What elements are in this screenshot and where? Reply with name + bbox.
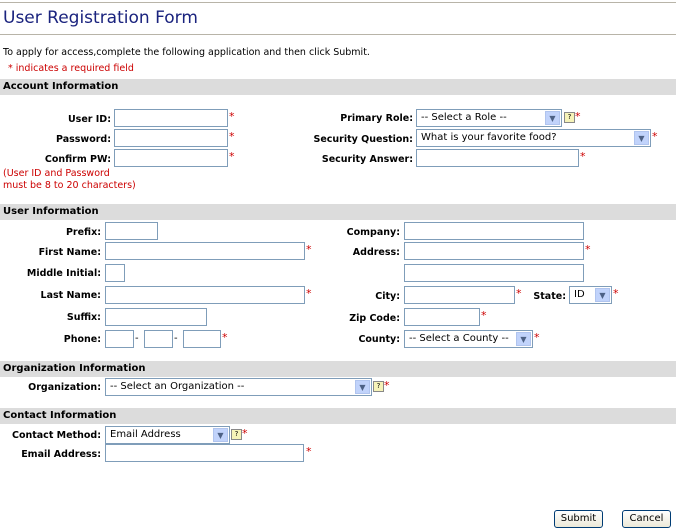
required-marker: * — [306, 445, 312, 458]
password-input[interactable] — [114, 129, 228, 147]
address-label: Address: — [352, 247, 400, 258]
state-label: State: — [533, 291, 566, 302]
section-user: User Information — [0, 204, 676, 220]
required-marker: * — [575, 110, 581, 123]
section-account: Account Information — [0, 79, 676, 95]
middle-initial-label: Middle Initial: — [26, 268, 101, 279]
required-marker: * — [613, 287, 619, 300]
zip-code-input[interactable] — [404, 308, 480, 326]
required-marker: * — [242, 427, 248, 440]
first-name-input[interactable] — [105, 242, 305, 260]
chevron-down-icon[interactable]: ▼ — [634, 131, 649, 145]
last-name-input[interactable] — [105, 286, 305, 304]
required-marker: * — [229, 110, 235, 123]
contact-method-label: Contact Method: — [11, 430, 101, 441]
confirm-password-input[interactable] — [114, 149, 228, 167]
chevron-down-icon[interactable]: ▼ — [545, 111, 560, 125]
required-marker: * — [534, 331, 540, 344]
chevron-down-icon[interactable]: ▼ — [595, 288, 610, 302]
suffix-input[interactable] — [105, 308, 207, 326]
chevron-down-icon[interactable]: ▼ — [355, 380, 370, 394]
section-organization: Organization Information — [0, 361, 676, 377]
password-rule-line2: must be 8 to 20 characters) — [3, 180, 136, 191]
user-id-input[interactable] — [114, 109, 228, 127]
contact-method-value: Email Address — [110, 429, 181, 440]
state-select[interactable]: ID ▼ — [569, 286, 612, 304]
contact-method-select[interactable]: Email Address ▼ — [105, 426, 230, 444]
email-address-label: Email Address: — [21, 449, 101, 460]
phone-separator: - — [174, 333, 178, 344]
city-label: City: — [375, 291, 400, 302]
section-contact: Contact Information — [0, 408, 676, 424]
password-label: Password: — [55, 134, 111, 145]
help-icon[interactable]: ? — [373, 381, 384, 392]
required-marker: * — [229, 130, 235, 143]
required-marker: * — [580, 150, 586, 163]
security-question-label: Security Question: — [313, 134, 414, 145]
primary-role-value: -- Select a Role -- — [421, 112, 507, 123]
company-label: Company: — [346, 227, 400, 238]
required-marker: * — [481, 309, 487, 322]
cancel-button[interactable]: Cancel — [622, 510, 671, 528]
county-select[interactable]: -- Select a County -- ▼ — [404, 330, 533, 348]
required-marker: * — [585, 243, 591, 256]
phone-prefix-input[interactable] — [144, 330, 173, 348]
county-label: County: — [358, 334, 400, 345]
chevron-down-icon[interactable]: ▼ — [516, 332, 531, 346]
required-marker: * — [516, 287, 522, 300]
suffix-label: Suffix: — [66, 312, 101, 323]
top-rule — [0, 2, 676, 4]
primary-role-select[interactable]: -- Select a Role -- ▼ — [416, 109, 562, 127]
security-answer-input[interactable] — [416, 149, 579, 167]
confirm-password-label: Confirm PW: — [44, 154, 111, 165]
required-marker: * — [222, 331, 228, 344]
user-id-label: User ID: — [67, 114, 111, 125]
required-note: * indicates a required field — [8, 63, 134, 74]
address-line1-input[interactable] — [404, 242, 584, 260]
security-answer-label: Security Answer: — [321, 154, 413, 165]
state-value: ID — [574, 289, 585, 300]
zip-code-label: Zip Code: — [349, 313, 400, 324]
primary-role-label: Primary Role: — [340, 113, 413, 124]
required-marker: * — [652, 130, 658, 143]
county-value: -- Select a County -- — [409, 333, 509, 344]
intro-text: To apply for access,complete the followi… — [3, 47, 370, 58]
phone-area-input[interactable] — [105, 330, 134, 348]
organization-label: Organization: — [28, 382, 101, 393]
phone-separator: - — [135, 333, 139, 344]
organization-select[interactable]: -- Select an Organization -- ▼ — [105, 378, 372, 396]
help-icon[interactable]: ? — [231, 429, 242, 440]
company-input[interactable] — [404, 222, 584, 240]
address-line2-input[interactable] — [404, 264, 584, 282]
security-question-value: What is your favorite food? — [421, 132, 557, 143]
help-icon[interactable]: ? — [564, 112, 575, 123]
city-input[interactable] — [404, 286, 515, 304]
submit-button[interactable]: Submit — [554, 510, 603, 528]
title-rule — [0, 34, 676, 36]
security-question-select[interactable]: What is your favorite food? ▼ — [416, 129, 651, 147]
prefix-label: Prefix: — [65, 227, 101, 238]
first-name-label: First Name: — [38, 247, 101, 258]
password-rule-note: (User ID and Password must be 8 to 20 ch… — [3, 168, 136, 192]
page-title: User Registration Form — [3, 8, 198, 28]
email-address-input[interactable] — [105, 444, 304, 462]
organization-value: -- Select an Organization -- — [110, 381, 245, 392]
middle-initial-input[interactable] — [105, 264, 125, 282]
phone-label: Phone: — [63, 334, 101, 345]
last-name-label: Last Name: — [40, 290, 101, 301]
prefix-input[interactable] — [105, 222, 158, 240]
required-marker: * — [229, 150, 235, 163]
phone-line-input[interactable] — [183, 330, 221, 348]
chevron-down-icon[interactable]: ▼ — [213, 428, 228, 442]
password-rule-line1: (User ID and Password — [3, 168, 110, 179]
required-marker: * — [384, 379, 390, 392]
required-marker: * — [306, 243, 312, 256]
required-marker: * — [306, 287, 312, 300]
